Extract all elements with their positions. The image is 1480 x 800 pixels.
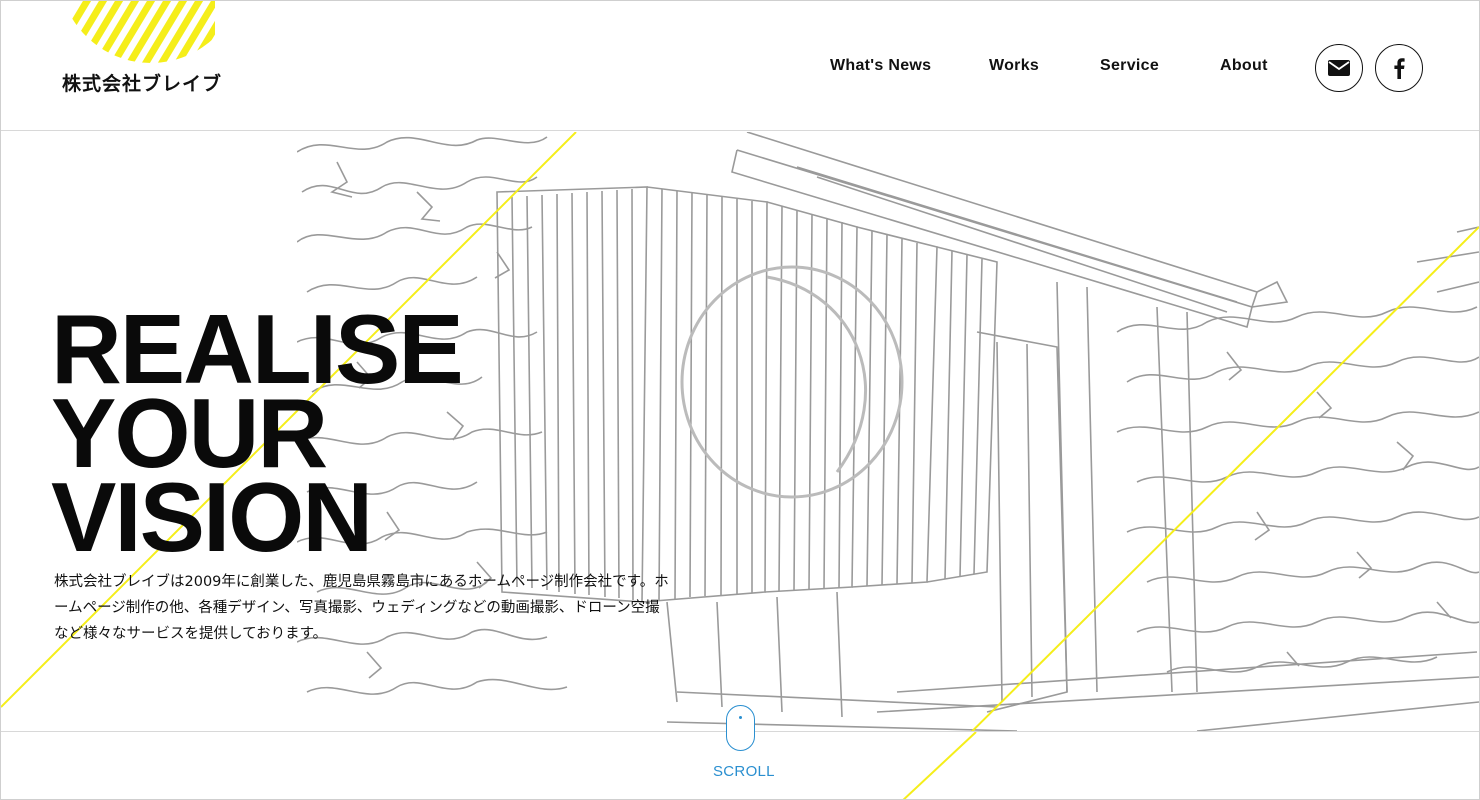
headline-line-3: VISION	[51, 462, 373, 572]
scroll-mouse-icon[interactable]	[726, 705, 755, 751]
scroll-wheel-dot	[739, 716, 742, 719]
hero-section: REALISE YOUR VISION 株式会社ブレイブは2009年に創業した、…	[1, 132, 1479, 731]
nav-whats-news[interactable]: What's News	[830, 57, 931, 75]
nav-service[interactable]: Service	[1100, 57, 1159, 75]
nav-works[interactable]: Works	[989, 57, 1039, 75]
hero-description: 株式会社ブレイブは2009年に創業した、鹿児島県霧島市にあるホームページ制作会社…	[54, 574, 669, 642]
nav-about[interactable]: About	[1220, 57, 1268, 75]
facebook-button[interactable]	[1375, 44, 1423, 92]
logo-text[interactable]: 株式会社ブレイブ	[62, 69, 222, 96]
hero-headline: REALISE YOUR VISION	[51, 300, 464, 572]
logo-mark[interactable]	[59, 1, 215, 63]
scroll-label[interactable]: SCROLL	[713, 763, 775, 780]
site-header: 株式会社ブレイブ What's News Works Service About	[1, 1, 1479, 131]
facebook-icon	[1394, 58, 1405, 79]
page-frame: 株式会社ブレイブ What's News Works Service About	[0, 0, 1480, 800]
mail-button[interactable]	[1315, 44, 1363, 92]
envelope-icon	[1328, 60, 1350, 76]
